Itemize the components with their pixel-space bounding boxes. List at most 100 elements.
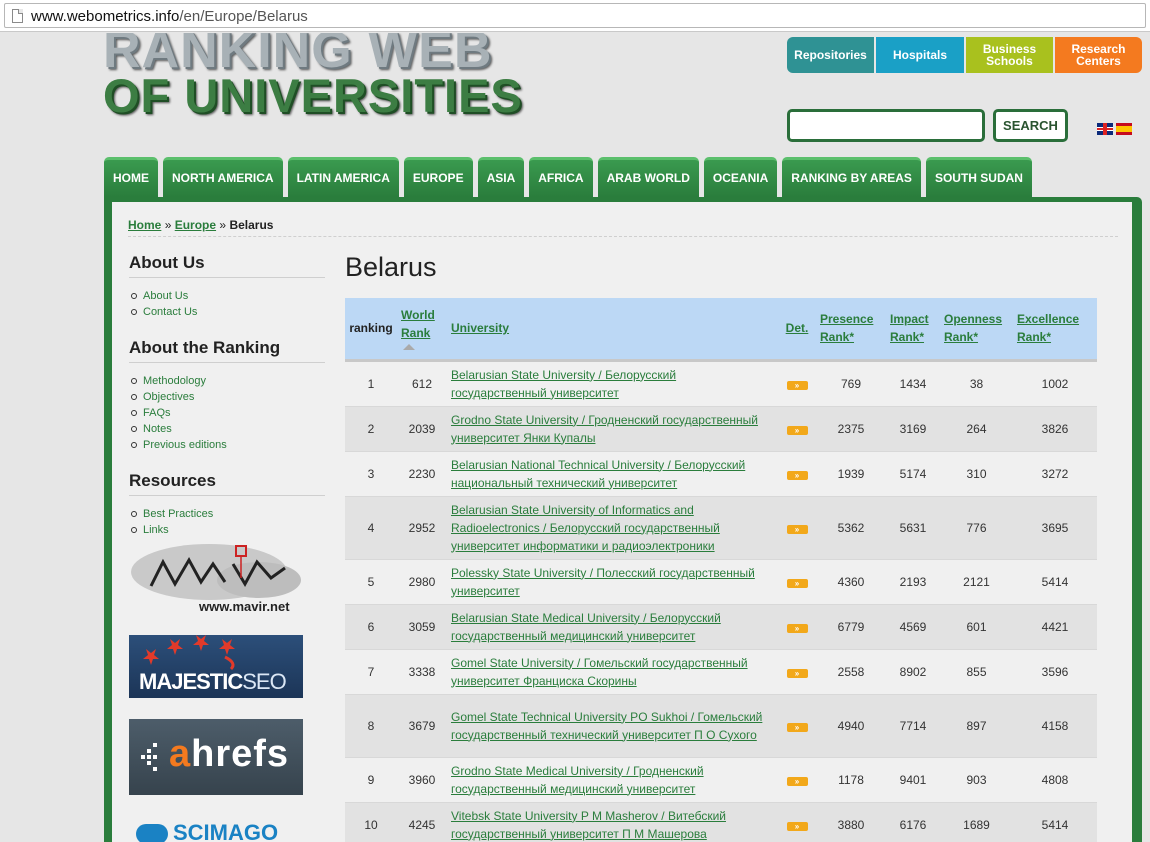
nav-europe[interactable]: EUROPE [403,157,473,197]
details-icon[interactable]: » [786,380,808,390]
sidebar-item-methodology[interactable]: Methodology [129,373,325,389]
ranking-table-body: 1 612 Belarusian State University / Бело… [345,358,1097,842]
university-link[interactable]: Grodno State University / Гродненский го… [451,413,758,445]
url-text: www.webometrics.info/en/Europe/Belarus [31,8,308,25]
majestic-text: MAJESTICSEO [139,669,287,694]
nav-north-america[interactable]: NORTH AMERICA [163,157,283,197]
cell-impact: 5174 [886,450,940,496]
table-row: 4 2952 Belarusian State University of In… [345,495,1097,559]
details-icon[interactable]: » [786,722,808,732]
sidebar-item-links[interactable]: Links [129,522,325,538]
details-icon[interactable]: » [786,776,808,786]
scimago-logo[interactable]: SCIMAGO [129,812,303,842]
details-icon[interactable]: » [786,425,808,435]
breadcrumb-home[interactable]: Home [128,218,161,232]
col-det[interactable]: Det. [778,298,816,360]
content-inner: Home » Europe » Belarus About Us About U… [112,202,1132,842]
nav-oceania[interactable]: OCEANIA [703,157,778,197]
cell-world-rank: 3679 [397,693,447,757]
university-link[interactable]: Vitebsk State University P M Masherov / … [451,809,726,841]
spanish-flag-icon[interactable] [1116,123,1132,135]
sidebar-item-best-practices[interactable]: Best Practices [129,506,325,522]
cell-presence: 6779 [816,603,886,649]
cell-world-rank: 3059 [397,603,447,649]
main-nav: HOME NORTH AMERICA LATIN AMERICA EUROPE … [104,157,1037,197]
breadcrumb-europe[interactable]: Europe [175,218,216,232]
col-world-rank[interactable]: World Rank [397,298,447,360]
address-bar: www.webometrics.info/en/Europe/Belarus [0,0,1150,32]
sidebar-heading-resources: Resources [129,467,325,496]
cell-openness: 1689 [940,801,1013,842]
university-link[interactable]: Gomel State Technical University PO Sukh… [451,710,762,742]
breadcrumb-separator: » [164,218,172,232]
table-row: 2 2039 Grodno State University / Гроднен… [345,405,1097,451]
repositories-button[interactable]: Repositories [787,37,874,73]
cell-presence: 3880 [816,801,886,842]
sidebar-item-contact-us[interactable]: Contact Us [129,304,325,320]
cell-impact: 4569 [886,603,940,649]
university-link[interactable]: Belarusian State Medical University / Бе… [451,611,721,643]
cell-openness: 38 [940,358,1013,406]
sidebar-item-objectives[interactable]: Objectives [129,389,325,405]
research-centers-button[interactable]: Research Centers [1055,37,1142,73]
ahrefs-logo[interactable]: ahrefs [129,719,303,795]
details-icon[interactable]: » [786,470,808,480]
english-flag-icon[interactable] [1097,123,1113,135]
business-schools-button[interactable]: Business Schools [966,37,1053,73]
university-link[interactable]: Grodno State Medical University / Гродне… [451,764,704,796]
site-logo[interactable]: RANKING WEB OF UNIVERSITIES [103,33,533,121]
ranking-table: ranking World Rank University Det. Presen… [345,298,1097,842]
breadcrumb-current: Belarus [229,218,274,232]
content-panel: Home » Europe » Belarus About Us About U… [104,197,1142,842]
cell-openness: 601 [940,603,1013,649]
cell-excellence: 5414 [1013,558,1097,604]
majestic-seo-logo[interactable]: MAJESTICSEO [129,635,303,698]
cell-ranking: 3 [345,450,397,496]
details-icon[interactable]: » [786,668,808,678]
sidebar-item-notes[interactable]: Notes [129,421,325,437]
col-university[interactable]: University [447,298,778,360]
cell-presence: 1939 [816,450,886,496]
nav-south-sudan[interactable]: SOUTH SUDAN [925,157,1032,197]
hospitals-button[interactable]: Hospitals [876,37,964,73]
nav-asia[interactable]: ASIA [477,157,525,197]
col-excellence[interactable]: Excellence Rank* [1013,298,1097,360]
university-link[interactable]: Belarusian State University of Informati… [451,503,720,553]
cell-ranking: 6 [345,603,397,649]
nav-latin-america[interactable]: LATIN AMERICA [287,157,399,197]
cell-ranking: 9 [345,756,397,802]
url-field[interactable]: www.webometrics.info/en/Europe/Belarus [4,3,1146,28]
nav-home[interactable]: HOME [104,157,158,197]
details-icon[interactable]: » [786,578,808,588]
col-ranking: ranking [345,298,397,360]
table-header-row: ranking World Rank University Det. Presen… [345,298,1097,360]
mavir-logo[interactable]: www.mavir.net [129,538,303,616]
cell-presence: 4940 [816,693,886,757]
university-link[interactable]: Polessky State University / Полесский го… [451,566,755,598]
col-openness[interactable]: Openness Rank* [940,298,1013,360]
university-link[interactable]: Belarusian State University / Белорусски… [451,368,676,400]
cell-openness: 903 [940,756,1013,802]
nav-africa[interactable]: AFRICA [529,157,593,197]
cell-det: » [778,405,816,451]
sidebar-item-previous-editions[interactable]: Previous editions [129,437,325,453]
search-input[interactable] [787,109,985,142]
details-icon[interactable]: » [786,524,808,534]
sidebar-item-faqs[interactable]: FAQs [129,405,325,421]
nav-ranking-by-areas[interactable]: RANKING BY AREAS [782,157,921,197]
col-impact[interactable]: Impact Rank* [886,298,940,360]
details-icon[interactable]: » [786,623,808,633]
university-link[interactable]: Gomel State University / Гомельский госу… [451,656,748,688]
cell-det: » [778,495,816,559]
cell-university: Grodno State Medical University / Гродне… [447,756,778,802]
cell-presence: 5362 [816,495,886,559]
search-button[interactable]: SEARCH [993,109,1068,142]
col-presence[interactable]: Presence Rank* [816,298,886,360]
nav-arab-world[interactable]: ARAB WORLD [597,157,699,197]
sidebar-item-about-us[interactable]: About Us [129,288,325,304]
university-link[interactable]: Belarusian National Technical University… [451,458,745,490]
cell-world-rank: 2230 [397,450,447,496]
cell-ranking: 1 [345,358,397,406]
details-icon[interactable]: » [786,821,808,831]
cell-impact: 6176 [886,801,940,842]
